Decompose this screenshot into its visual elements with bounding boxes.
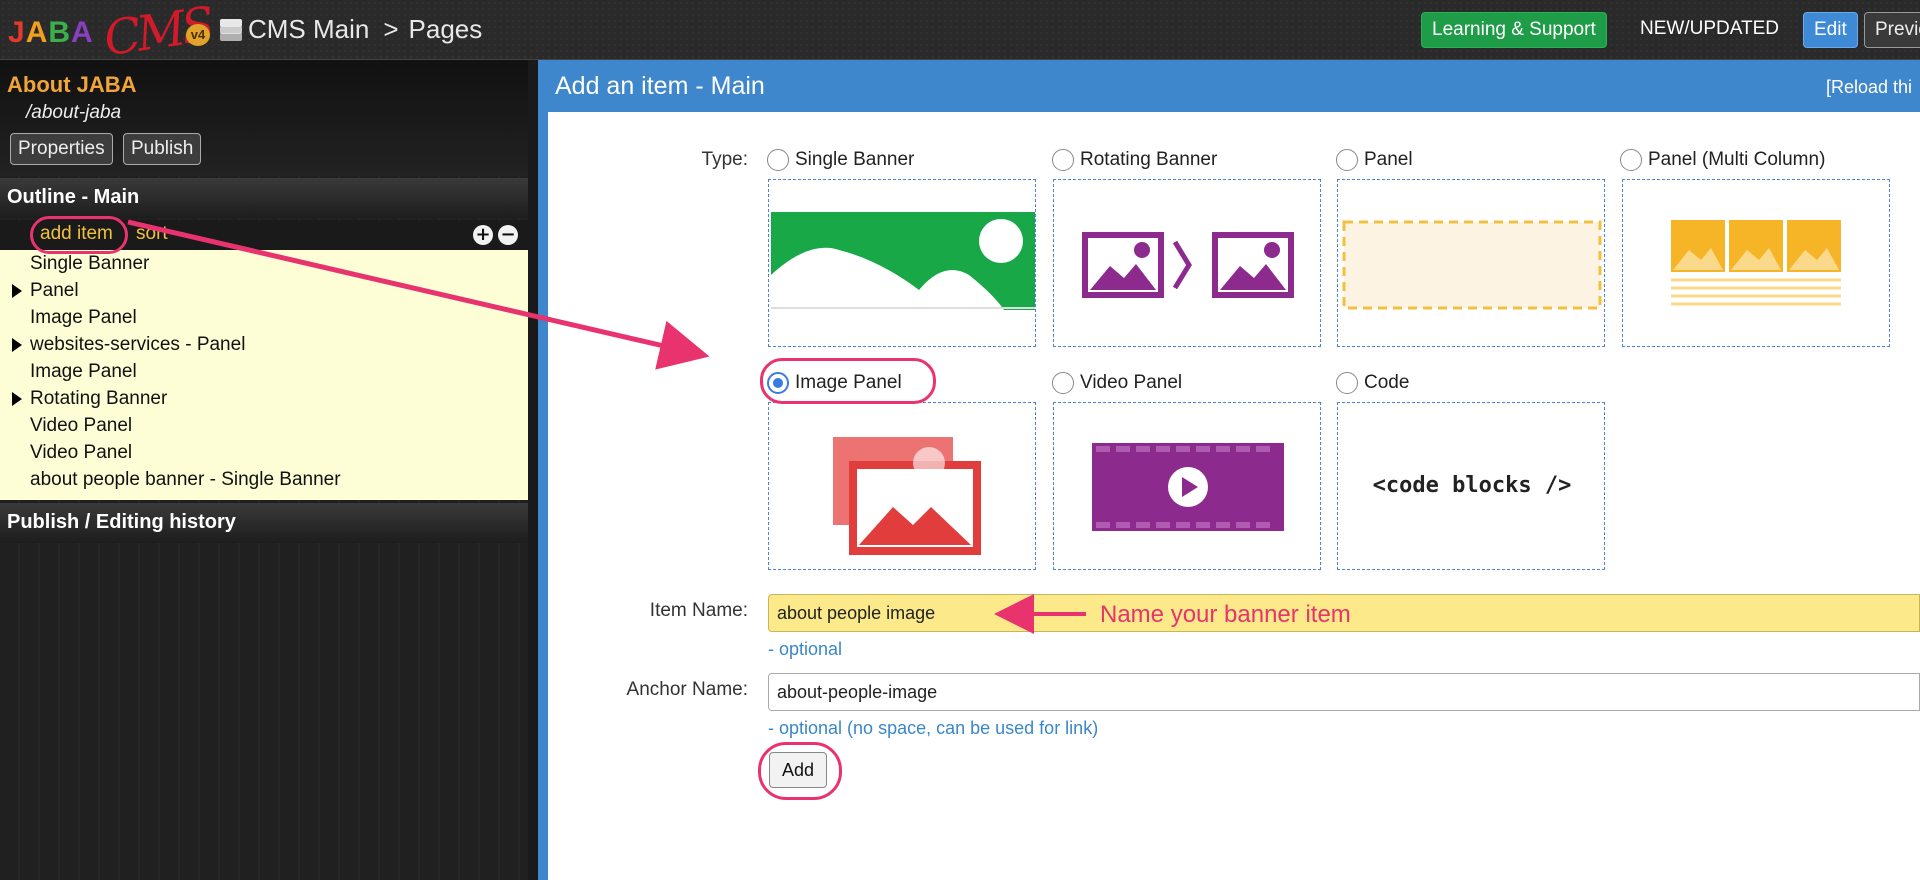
page-header: About JABA /about-jaba Properties Publis… [0,60,528,176]
preview-button[interactable]: Previe [1864,12,1920,48]
type-option-rotating-banner[interactable]: Rotating Banner [1052,149,1217,171]
properties-button[interactable]: Properties [10,133,113,165]
outline-item-label: Single Banner [30,253,150,274]
item-name-label: Item Name: [649,600,748,621]
anchor-name-input[interactable]: about-people-image [768,673,1920,711]
type-option-label: Video Panel [1080,372,1183,393]
type-option-code[interactable]: Code [1336,372,1409,394]
panel-divider [528,60,538,880]
publish-button[interactable]: Publish [123,133,202,165]
outline-item-label: about people banner - Single Banner [30,469,341,490]
radio-rotating-banner[interactable] [1052,149,1074,171]
code-thumbnail[interactable]: <code blocks /> [1337,402,1605,570]
sort-link[interactable]: sort [136,223,168,245]
outline-item-label: Image Panel [30,307,137,328]
panel-multi-column-thumbnail[interactable] [1622,179,1890,347]
page-title: About JABA [7,72,137,97]
expand-triangle-icon[interactable] [12,392,22,406]
panel-thumbnail[interactable] [1337,179,1605,347]
video-panel-thumbnail[interactable] [1053,402,1321,570]
page-path: /about-jaba [26,102,122,123]
learning-support-button[interactable]: Learning & Support [1421,12,1607,48]
item-name-hint: - optional [768,639,843,659]
outline-item[interactable]: Rotating Banner [0,385,528,412]
outline-item[interactable]: websites-services - Panel [0,331,528,358]
outline-list: Single Banner Panel Image Panel websites-se… [0,250,528,500]
outline-item[interactable]: Video Panel [0,439,528,466]
annotation-callout: Name your banner item [1100,601,1351,628]
top-bar: JABA CMS v4 CMS Main > Pages Learning & … [0,0,1920,67]
logo-text: JABA [8,16,94,49]
expand-triangle-icon[interactable] [12,284,22,298]
annotation-ring-add-button [758,742,842,800]
type-label: Type: [701,149,748,170]
radio-video-panel[interactable] [1052,372,1074,394]
outline-item[interactable]: Image Panel [0,358,528,385]
rotating-banner-thumbnail[interactable] [1053,179,1321,347]
breadcrumb-separator: > [383,14,399,44]
jaba-cms-logo[interactable]: JABA CMS v4 [8,0,214,67]
panel-header: Add an item - Main [Reload thi [538,60,1920,112]
outline-item-label: Image Panel [30,361,137,382]
type-option-video-panel[interactable]: Video Panel [1052,372,1182,394]
type-option-label: Code [1364,372,1410,393]
outline-item-label: websites-services - Panel [30,334,246,355]
annotation-ring-add-item [30,216,128,254]
outline-item-label: Video Panel [30,442,133,463]
breadcrumb: CMS Main > Pages [220,14,482,45]
outline-item[interactable]: Image Panel [0,304,528,331]
radio-single-banner[interactable] [767,149,789,171]
outline-header[interactable]: Outline - Main [0,178,528,218]
radio-panel[interactable] [1336,149,1358,171]
anchor-name-hint: - optional (no space, can be used for li… [768,718,1099,738]
type-option-label: Rotating Banner [1080,149,1218,170]
breadcrumb-pages[interactable]: Pages [409,14,483,45]
panel-title: Add an item - Main [555,72,765,100]
anchor-name-label: Anchor Name: [626,679,748,700]
sidebar: About JABA /about-jaba Properties Publis… [0,60,528,880]
expand-all-icon[interactable]: + [473,225,493,245]
edit-button[interactable]: Edit [1803,12,1858,48]
outline-item-label: Rotating Banner [30,388,168,409]
logo-version-badge: v4 [186,24,210,46]
radio-code[interactable] [1336,372,1358,394]
outline-item[interactable]: Video Panel [0,412,528,439]
collapse-all-icon[interactable]: − [498,225,518,245]
outline-item[interactable]: Single Banner [0,250,528,277]
layers-icon [220,18,242,41]
code-thumbnail-text: <code blocks /> [1372,473,1572,498]
outline-item-label: Video Panel [30,415,133,436]
type-option-label: Single Banner [795,149,915,170]
expand-triangle-icon[interactable] [12,338,22,352]
radio-panel-multi-column[interactable] [1620,149,1642,171]
reload-link[interactable]: [Reload thi [1826,77,1912,98]
publish-history-header[interactable]: Publish / Editing history [0,503,528,543]
type-option-label: Panel (Multi Column) [1648,149,1826,170]
breadcrumb-cms-main[interactable]: CMS Main [248,14,369,45]
type-option-panel[interactable]: Panel [1336,149,1413,171]
new-updated-link[interactable]: NEW/UPDATED [1630,12,1789,48]
single-banner-thumbnail[interactable] [768,179,1036,347]
outline-item-label: Panel [30,280,79,301]
annotation-ring-image-panel [760,358,936,404]
type-option-panel-multi-column[interactable]: Panel (Multi Column) [1620,149,1825,171]
type-option-label: Panel [1364,149,1413,170]
outline-item[interactable]: Panel [0,277,528,304]
type-option-single-banner[interactable]: Single Banner [767,149,914,171]
image-panel-thumbnail[interactable] [768,402,1036,570]
outline-item[interactable]: about people banner - Single Banner [0,466,528,493]
